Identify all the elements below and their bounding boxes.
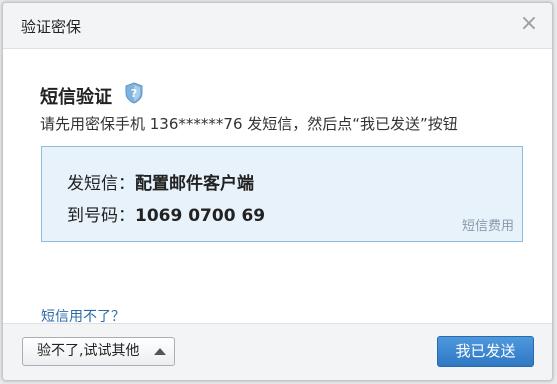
dialog-footer: 验不了,试试其他 我已发送 [3, 323, 552, 380]
try-other-methods-button[interactable]: 验不了,试试其他 [22, 337, 175, 366]
sms-number-label: 到号码： [67, 206, 135, 226]
sms-info-box: 发短信：配置邮件客户端 到号码：1069 0700 69 短信费用 [41, 146, 523, 242]
svg-text:?: ? [131, 87, 137, 100]
close-icon[interactable]: × [518, 13, 540, 35]
caret-up-icon [154, 348, 166, 355]
sent-confirm-button[interactable]: 我已发送 [437, 336, 534, 367]
sms-content-row: 发短信：配置邮件客户端 [67, 169, 254, 194]
sms-number-value: 1069 0700 69 [135, 206, 266, 226]
dialog-header: 验证密保 × [3, 3, 552, 49]
sms-number-row: 到号码：1069 0700 69 [67, 201, 265, 226]
try-other-methods-label: 验不了,试试其他 [37, 343, 140, 359]
verify-dialog: 验证密保 × 短信验证 ? 请先用密保手机 136******76 发短信，然后… [2, 2, 553, 381]
shield-icon: ? [125, 82, 143, 104]
dialog-title: 验证密保 [21, 18, 82, 36]
sms-verify-heading: 短信验证 [40, 87, 112, 108]
sms-content-label: 发短信： [67, 174, 135, 194]
sms-fee-link[interactable]: 短信费用 [462, 215, 514, 234]
instruction-text: 请先用密保手机 136******76 发短信，然后点“我已发送”按钮 [40, 115, 458, 133]
sms-content-value: 配置邮件客户端 [135, 174, 254, 194]
